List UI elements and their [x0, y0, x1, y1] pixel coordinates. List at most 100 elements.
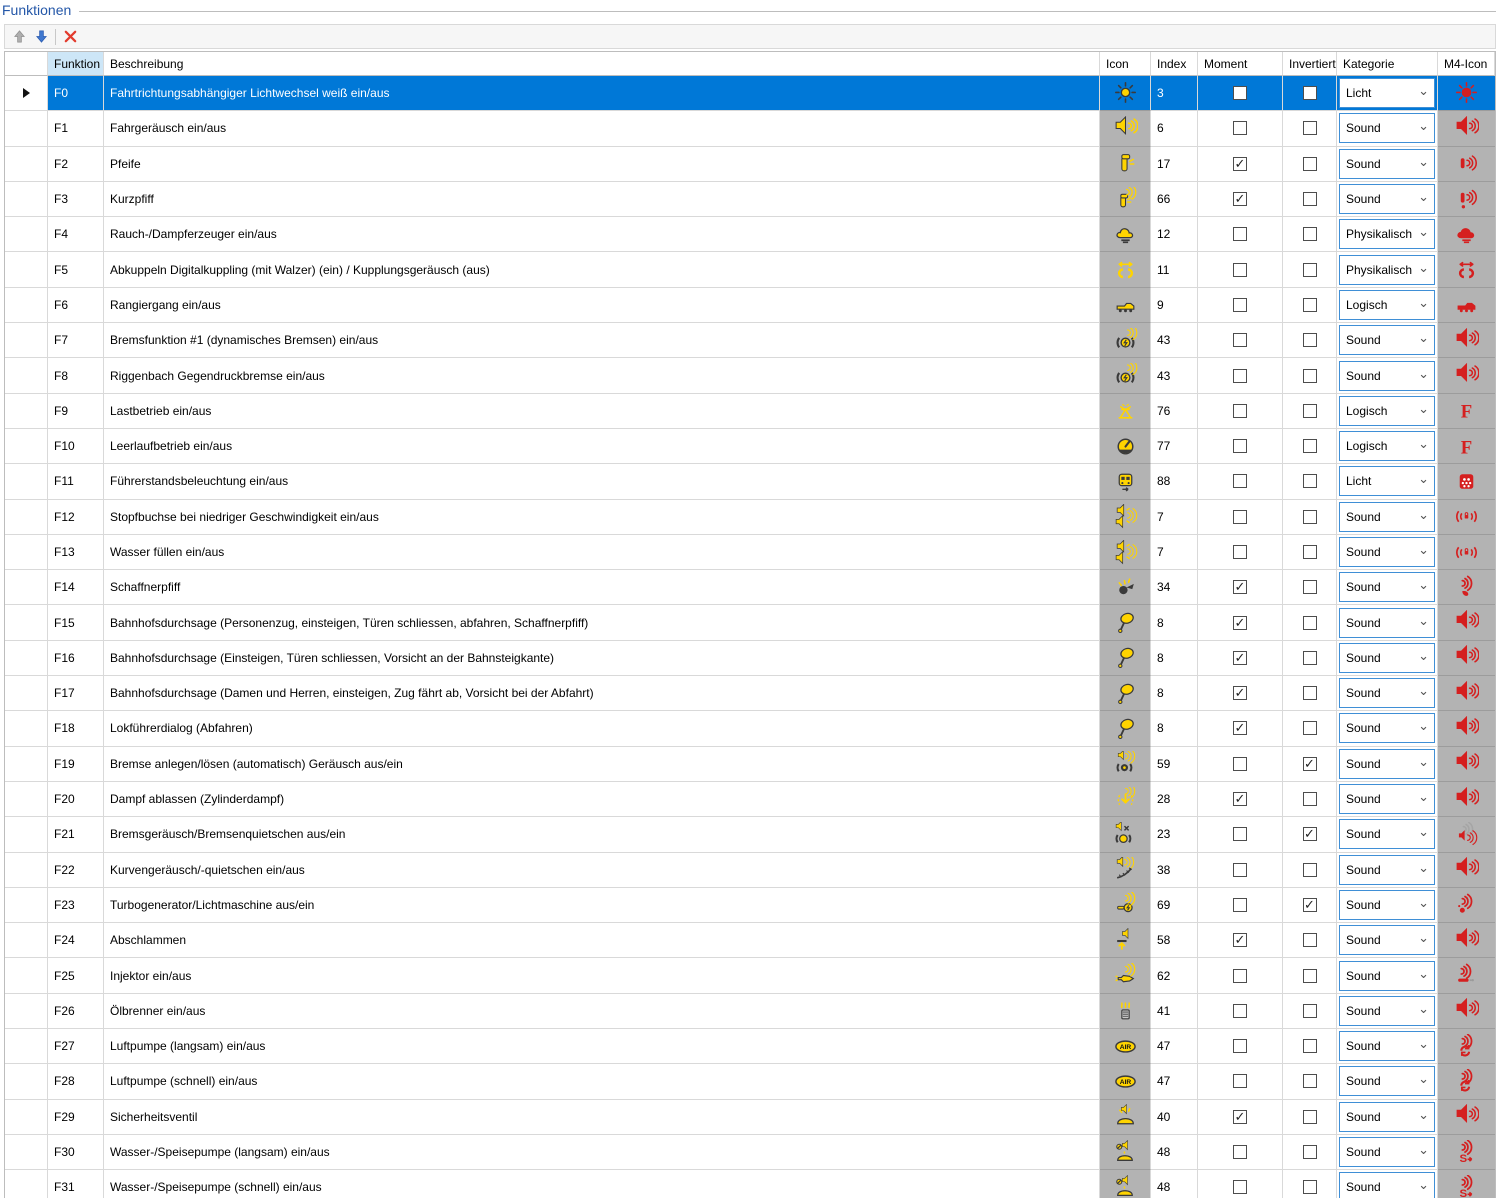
invertiert-checkbox[interactable]: [1303, 1180, 1317, 1194]
funktion-cell[interactable]: F16: [48, 641, 104, 676]
invertiert-checkbox[interactable]: [1303, 439, 1317, 453]
index-cell[interactable]: 11: [1151, 252, 1198, 287]
moment-checkbox[interactable]: [1233, 933, 1247, 947]
index-cell[interactable]: 28: [1151, 782, 1198, 817]
row-header-cell[interactable]: [5, 147, 48, 182]
beschreibung-cell[interactable]: Stopfbuchse bei niedriger Geschwindigkei…: [104, 500, 1100, 535]
funktion-cell[interactable]: F28: [48, 1064, 104, 1099]
table-row-f19[interactable]: F19 Bremse anlegen/lösen (automatisch) G…: [5, 747, 1495, 782]
beschreibung-cell[interactable]: Sicherheitsventil: [104, 1100, 1100, 1135]
funktion-cell[interactable]: F12: [48, 500, 104, 535]
index-cell[interactable]: 77: [1151, 429, 1198, 464]
table-row-f28[interactable]: F28 Luftpumpe (schnell) ein/aus AIR 47 S…: [5, 1064, 1495, 1099]
index-cell[interactable]: 40: [1151, 1100, 1198, 1135]
row-header-cell[interactable]: [5, 252, 48, 287]
beschreibung-cell[interactable]: Bahnhofsdurchsage (Damen und Herren, ein…: [104, 676, 1100, 711]
beschreibung-cell[interactable]: Bremsfunktion #1 (dynamisches Bremsen) e…: [104, 323, 1100, 358]
row-header-cell[interactable]: [5, 570, 48, 605]
moment-checkbox[interactable]: [1233, 757, 1247, 771]
funktion-cell[interactable]: F8: [48, 358, 104, 393]
moment-checkbox[interactable]: [1233, 545, 1247, 559]
funktion-cell[interactable]: F17: [48, 676, 104, 711]
moment-checkbox[interactable]: [1233, 792, 1247, 806]
invertiert-checkbox[interactable]: [1303, 227, 1317, 241]
row-header-cell[interactable]: [5, 182, 48, 217]
beschreibung-cell[interactable]: Abschlammen: [104, 923, 1100, 958]
row-header-cell[interactable]: [5, 323, 48, 358]
beschreibung-cell[interactable]: Leerlaufbetrieb ein/aus: [104, 429, 1100, 464]
row-header-cell[interactable]: [5, 358, 48, 393]
funktion-cell[interactable]: F23: [48, 888, 104, 923]
column-header-icon[interactable]: Icon: [1100, 52, 1151, 76]
index-cell[interactable]: 47: [1151, 1029, 1198, 1064]
moment-checkbox[interactable]: [1233, 898, 1247, 912]
row-header-cell[interactable]: [5, 288, 48, 323]
moment-checkbox[interactable]: [1233, 333, 1247, 347]
column-header-kategorie[interactable]: Kategorie: [1337, 52, 1438, 76]
column-header-funktion[interactable]: Funktion: [48, 52, 104, 76]
index-cell[interactable]: 7: [1151, 500, 1198, 535]
beschreibung-cell[interactable]: Ölbrenner ein/aus: [104, 994, 1100, 1029]
invertiert-checkbox[interactable]: [1303, 1039, 1317, 1053]
beschreibung-cell[interactable]: Wasser-/Speisepumpe (langsam) ein/aus: [104, 1135, 1100, 1170]
kategorie-dropdown[interactable]: Logisch ⌄: [1339, 290, 1435, 320]
kategorie-dropdown[interactable]: Sound ⌄: [1339, 184, 1435, 214]
moment-checkbox[interactable]: [1233, 369, 1247, 383]
table-row-f21[interactable]: F21 Bremsgeräusch/Bremsenquietschen aus/…: [5, 817, 1495, 852]
invertiert-checkbox[interactable]: [1303, 263, 1317, 277]
moment-checkbox[interactable]: [1233, 510, 1247, 524]
kategorie-dropdown[interactable]: Sound ⌄: [1339, 537, 1435, 567]
table-row-f3[interactable]: F3 Kurzpfiff 66 Sound ⌄: [5, 182, 1495, 217]
row-header-cell[interactable]: [5, 853, 48, 888]
invertiert-checkbox[interactable]: [1303, 157, 1317, 171]
kategorie-dropdown[interactable]: Sound ⌄: [1339, 961, 1435, 991]
beschreibung-cell[interactable]: Fahrgeräusch ein/aus: [104, 111, 1100, 146]
funktion-cell[interactable]: F19: [48, 747, 104, 782]
invertiert-checkbox[interactable]: [1303, 933, 1317, 947]
moment-checkbox[interactable]: [1233, 157, 1247, 171]
index-cell[interactable]: 66: [1151, 182, 1198, 217]
moment-checkbox[interactable]: [1233, 192, 1247, 206]
index-cell[interactable]: 9: [1151, 288, 1198, 323]
kategorie-dropdown[interactable]: Sound ⌄: [1339, 1137, 1435, 1167]
row-header-cell[interactable]: [5, 994, 48, 1029]
index-cell[interactable]: 62: [1151, 958, 1198, 993]
table-row-f14[interactable]: F14 Schaffnerpfiff 34 Sound ⌄: [5, 570, 1495, 605]
beschreibung-cell[interactable]: Führerstandsbeleuchtung ein/aus: [104, 464, 1100, 499]
index-cell[interactable]: 8: [1151, 676, 1198, 711]
column-header-index[interactable]: Index: [1151, 52, 1198, 76]
row-header-cell[interactable]: [5, 923, 48, 958]
moment-checkbox[interactable]: [1233, 616, 1247, 630]
invertiert-checkbox[interactable]: [1303, 192, 1317, 206]
invertiert-checkbox[interactable]: [1303, 86, 1317, 100]
funktion-cell[interactable]: F25: [48, 958, 104, 993]
moment-checkbox[interactable]: [1233, 474, 1247, 488]
invertiert-checkbox[interactable]: [1303, 121, 1317, 135]
beschreibung-cell[interactable]: Dampf ablassen (Zylinderdampf): [104, 782, 1100, 817]
funktion-cell[interactable]: F26: [48, 994, 104, 1029]
row-header-cell[interactable]: [5, 394, 48, 429]
table-row-f16[interactable]: F16 Bahnhofsdurchsage (Einsteigen, Türen…: [5, 641, 1495, 676]
row-header-cell[interactable]: [5, 641, 48, 676]
beschreibung-cell[interactable]: Bahnhofsdurchsage (Einsteigen, Türen sch…: [104, 641, 1100, 676]
index-cell[interactable]: 41: [1151, 994, 1198, 1029]
funktion-cell[interactable]: F20: [48, 782, 104, 817]
row-header-cell[interactable]: [5, 605, 48, 640]
row-header-cell[interactable]: [5, 1135, 48, 1170]
invertiert-checkbox[interactable]: [1303, 721, 1317, 735]
index-cell[interactable]: 88: [1151, 464, 1198, 499]
table-row-f12[interactable]: F12 Stopfbuchse bei niedriger Geschwindi…: [5, 500, 1495, 535]
funktion-cell[interactable]: F1: [48, 111, 104, 146]
move-up-button[interactable]: [8, 27, 30, 47]
kategorie-dropdown[interactable]: Sound ⌄: [1339, 643, 1435, 673]
invertiert-checkbox[interactable]: [1303, 333, 1317, 347]
funktion-cell[interactable]: F7: [48, 323, 104, 358]
funktion-cell[interactable]: F0: [48, 76, 104, 111]
moment-checkbox[interactable]: [1233, 651, 1247, 665]
index-cell[interactable]: 43: [1151, 358, 1198, 393]
kategorie-dropdown[interactable]: Licht ⌄: [1339, 78, 1435, 108]
funktion-cell[interactable]: F13: [48, 535, 104, 570]
beschreibung-cell[interactable]: Fahrtrichtungsabhängiger Lichtwechsel we…: [104, 76, 1100, 111]
funktion-cell[interactable]: F27: [48, 1029, 104, 1064]
funktion-cell[interactable]: F9: [48, 394, 104, 429]
